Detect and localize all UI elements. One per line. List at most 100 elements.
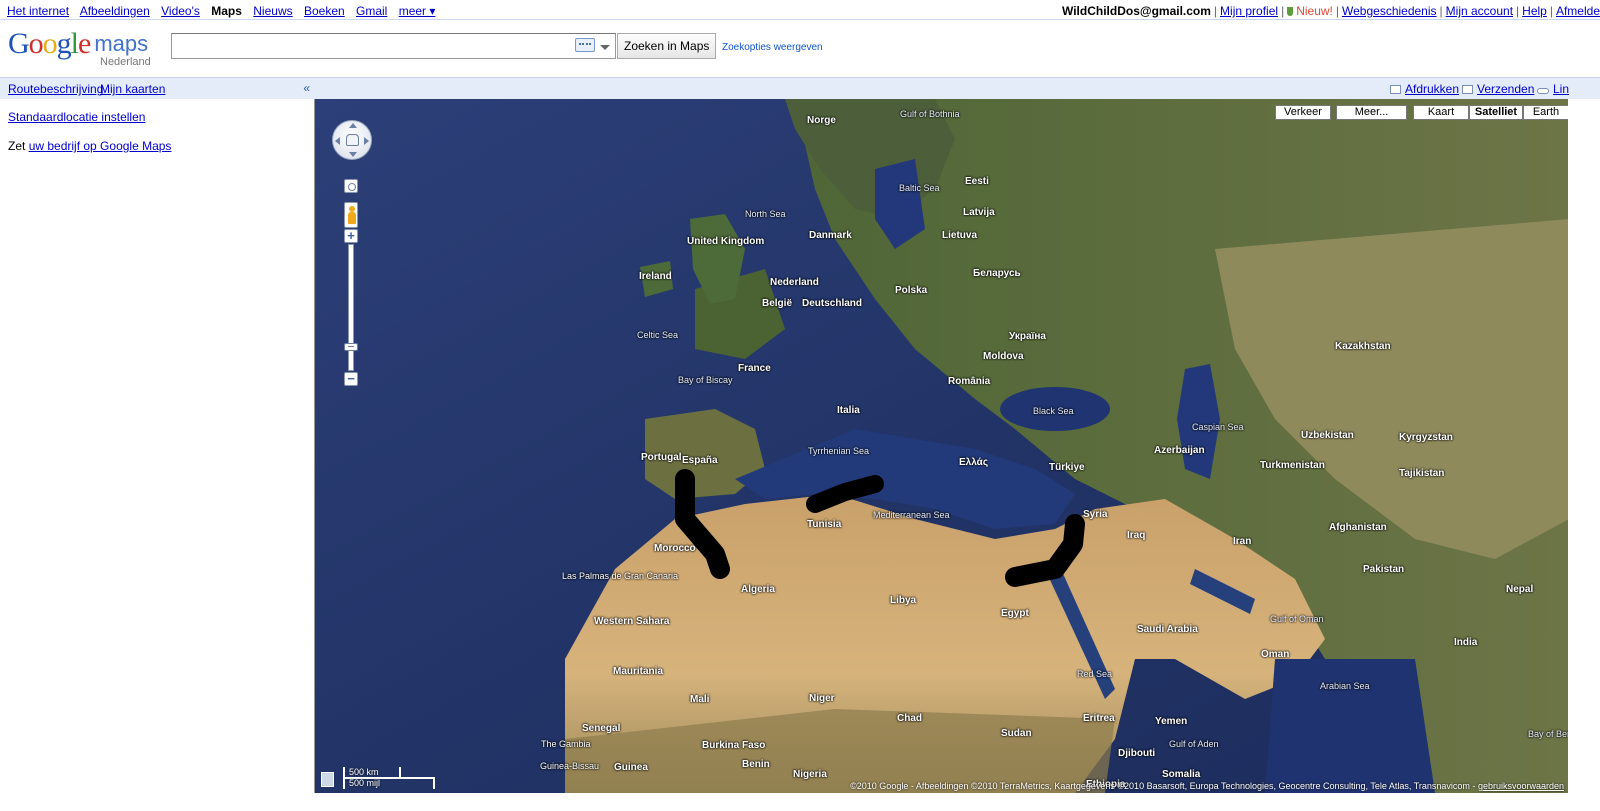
map-label: Tajikistan	[1399, 468, 1445, 479]
map-label: Chad	[897, 713, 922, 724]
overview-toggle-icon[interactable]	[321, 772, 334, 787]
map-label: Morocco	[654, 543, 696, 554]
nav-link-videos[interactable]: Video's	[161, 4, 200, 18]
copyright-text: ©2010 Google - Afbeeldingen ©2010 TerraM…	[850, 781, 1476, 791]
map-label: Mediterranean Sea	[873, 510, 950, 520]
print-label: Afdrukken	[1405, 82, 1460, 96]
map-label: Danmark	[809, 230, 852, 241]
user-nav: WildChildDos@gmail.com | Mijn profiel | Nieu…	[1061, 4, 1600, 18]
map-label: Algeria	[741, 584, 775, 595]
my-profile-link[interactable]: Mijn profiel	[1220, 4, 1278, 18]
map-label: Italia	[837, 405, 860, 416]
nav-link-images[interactable]: Afbeeldingen	[80, 4, 150, 18]
search-button[interactable]: Zoeken in Maps	[617, 33, 717, 59]
scale-km: 500 km	[349, 767, 379, 777]
link-label: Lin	[1553, 82, 1570, 96]
zoom-out-button[interactable]: −	[344, 372, 358, 386]
pan-right-icon[interactable]	[364, 137, 369, 145]
map-label: Eritrea	[1083, 713, 1115, 724]
traffic-layer-button[interactable]: Verkeer	[1275, 105, 1331, 120]
more-layers-button[interactable]: Meer...	[1336, 105, 1407, 120]
map-label: Tunisia	[807, 519, 842, 530]
logo-maps-text: maps	[94, 31, 149, 56]
my-maps-link[interactable]: Mijn kaarten	[100, 82, 165, 96]
map-label: Mauritania	[613, 666, 664, 677]
scale-mi: 500 mijl	[349, 778, 381, 788]
pan-down-icon[interactable]	[349, 152, 357, 157]
map-type-satellite-button[interactable]: Satelliet	[1469, 105, 1523, 120]
map-label: Беларусь	[973, 268, 1021, 279]
directions-link[interactable]: Routebeschrijving	[8, 82, 103, 96]
map-label: Guinea-Bissau	[540, 761, 600, 771]
zoom-slider-thumb[interactable]	[344, 343, 358, 351]
map-label: Syria	[1083, 509, 1108, 520]
map-copyright: ©2010 Google - Afbeeldingen ©2010 TerraM…	[850, 781, 1564, 791]
map-label: Arabian Sea	[1320, 681, 1370, 691]
map-label: Kyrgyzstan	[1399, 432, 1453, 443]
reset-view-button[interactable]	[344, 179, 358, 193]
map-label: Celtic Sea	[637, 330, 679, 340]
map-label: North Sea	[745, 209, 786, 219]
nav-link-web[interactable]: Het internet	[7, 4, 69, 18]
map-label: Guinea	[614, 762, 648, 773]
pan-up-icon[interactable]	[349, 123, 357, 128]
map-label: België	[762, 298, 793, 309]
services-nav: Het internet Afbeeldingen Video's Maps N…	[7, 4, 443, 18]
map-label: Senegal	[582, 723, 621, 734]
map-label: Kazakhstan	[1335, 341, 1391, 352]
map-label: Lietuva	[942, 230, 978, 241]
web-history-link[interactable]: Webgeschiedenis	[1342, 4, 1437, 18]
input-tools-dropdown-icon[interactable]	[600, 45, 610, 50]
map-type-map-button[interactable]: Kaart	[1413, 105, 1469, 120]
pan-control[interactable]	[332, 120, 372, 160]
default-location-link[interactable]: Standaardlocatie instellen	[8, 110, 145, 124]
page-edge	[1568, 99, 1600, 793]
google-bar: Het internet Afbeeldingen Video's Maps N…	[0, 0, 1600, 20]
map-label: Black Sea	[1033, 406, 1074, 416]
hand-icon	[346, 134, 359, 146]
map-label: United Kingdom	[687, 236, 765, 247]
map-label: Afghanistan	[1329, 522, 1387, 533]
map-label: Saudi Arabia	[1137, 624, 1198, 635]
map-label: Bay of Biscay	[678, 375, 733, 385]
zoom-slider-track[interactable]	[348, 244, 354, 371]
map-canvas[interactable]: North Sea Norge Gulf of Bothnia Baltic S…	[314, 99, 1568, 793]
user-email: WildChildDos@gmail.com	[1061, 4, 1211, 18]
map-label: Gulf of Aden	[1169, 739, 1219, 749]
pan-left-icon[interactable]	[335, 137, 340, 145]
map-label: France	[738, 363, 771, 374]
map-label: Mali	[690, 694, 710, 705]
search-options-link[interactable]: Zoekopties weergeven	[722, 42, 823, 53]
print-button[interactable]: Afdrukken	[1390, 82, 1459, 96]
map-label: Yemen	[1155, 716, 1188, 727]
my-account-link[interactable]: Mijn account	[1446, 4, 1513, 18]
nav-link-more[interactable]: meer ▾	[399, 4, 436, 18]
map-label: Oman	[1261, 649, 1290, 660]
search-input[interactable]	[171, 33, 616, 59]
send-button[interactable]: Verzenden	[1462, 82, 1534, 96]
google-maps-logo[interactable]: Google maps Nederland	[8, 28, 151, 69]
keyboard-icon[interactable]	[575, 38, 595, 52]
map-label: Libya	[890, 595, 917, 606]
link-button[interactable]: Lin	[1537, 82, 1569, 96]
help-link[interactable]: Help	[1522, 4, 1547, 18]
terms-link[interactable]: gebruiksvoorwaarden	[1478, 781, 1564, 791]
zoom-in-button[interactable]: +	[344, 229, 358, 243]
map-label: Ireland	[639, 271, 672, 282]
nav-link-news[interactable]: Nieuws	[253, 4, 292, 18]
map-toolbar: Afdrukken Verzenden Lin	[314, 77, 1600, 99]
nav-link-books[interactable]: Boeken	[304, 4, 345, 18]
map-type-earth-button[interactable]: Earth	[1523, 105, 1568, 120]
map-label: Gulf of Bothnia	[900, 109, 960, 119]
map-label: Nigeria	[793, 769, 827, 780]
nav-link-gmail[interactable]: Gmail	[356, 4, 387, 18]
map-label: Somalia	[1162, 769, 1201, 780]
business-link[interactable]: uw bedrijf op Google Maps	[29, 139, 172, 153]
business-promo-prefix: Zet	[8, 139, 26, 153]
pegman-streetview-icon[interactable]	[344, 202, 358, 228]
map-label: Azerbaijan	[1154, 445, 1205, 456]
collapse-panel-icon[interactable]: «	[303, 81, 310, 95]
new-badge[interactable]: Nieuw!	[1296, 4, 1333, 18]
map-label: Western Sahara	[594, 616, 670, 627]
sign-out-link[interactable]: Afmelde	[1556, 4, 1600, 18]
